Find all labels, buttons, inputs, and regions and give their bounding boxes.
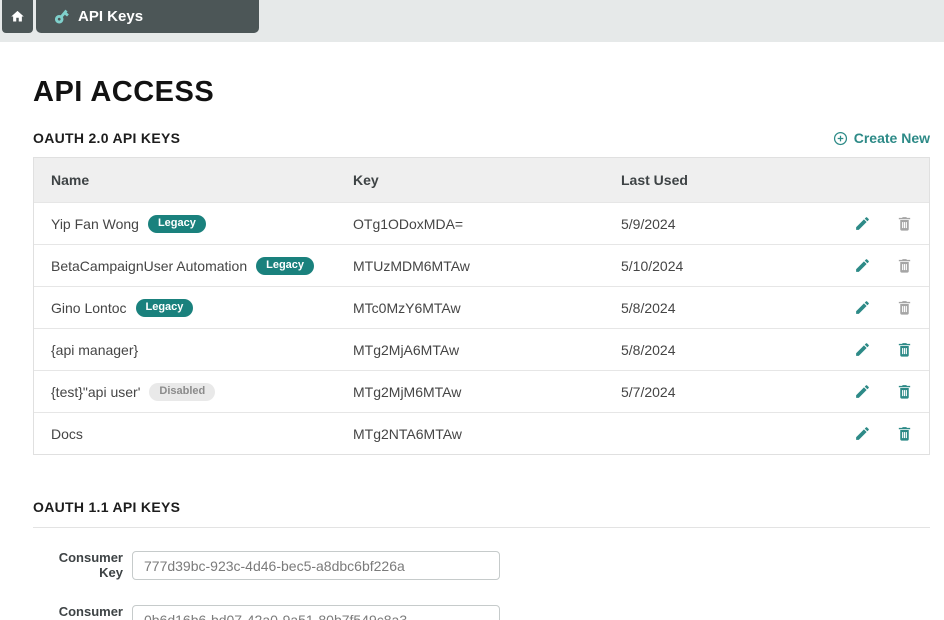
consumer-secret-input[interactable] [132,605,500,620]
oauth2-section-header: OAUTH 2.0 API KEYS Create New [33,130,930,146]
table-header-row: Name Key Last Used [34,158,929,202]
home-icon [10,9,25,24]
legacy-badge: Legacy [147,214,206,233]
plus-circle-icon [833,131,848,146]
oauth2-heading: OAUTH 2.0 API KEYS [33,130,181,146]
row-actions [823,215,919,233]
table-row: {test}"api user' Disabled MTg2MjM6MTAw 5/7/… [34,370,929,412]
oauth11-heading: OAUTH 1.1 API KEYS [33,499,181,515]
row-actions [823,425,919,443]
last-used-date: 5/7/2024 [621,383,676,400]
trash-icon [898,385,910,399]
key-name-cell: Yip Fan Wong Legacy [51,214,353,233]
key-name-cell: {api manager} [51,342,353,358]
column-header-key: Key [353,172,379,188]
row-actions [823,299,919,317]
pencil-icon [855,343,869,356]
tab-api-keys-label: API Keys [78,8,144,25]
edit-pencil-button[interactable] [853,425,871,443]
home-tab[interactable] [2,0,33,33]
pencil-icon [855,385,869,398]
delete-trash-button[interactable] [895,257,913,275]
page-title: API ACCESS [33,76,215,108]
key-value: OTg1ODoxMDA= [353,215,464,232]
disabled-badge: Disabled [149,382,216,401]
pencil-icon [855,217,869,230]
trash-icon [898,217,910,231]
table-row: Docs MTg2NTA6MTAw [34,412,929,454]
tab-api-keys[interactable]: API Keys [36,0,259,33]
consumer-key-label: Consumer Key [58,550,123,580]
key-value: MTg2MjM6MTAw [353,383,462,400]
key-name: Gino Lontoc [51,299,127,316]
pencil-icon [855,301,869,314]
delete-trash-button[interactable] [895,299,913,317]
key-name: {test}"api user' [51,383,141,400]
table-row: Yip Fan Wong Legacy OTg1ODoxMDA= 5/9/2024 [34,202,929,244]
delete-trash-button[interactable] [895,215,913,233]
delete-trash-button[interactable] [895,341,913,359]
delete-trash-button[interactable] [895,425,913,443]
delete-trash-button[interactable] [895,383,913,401]
top-tab-bar: API Keys [0,0,944,42]
edit-pencil-button[interactable] [853,299,871,317]
legacy-badge: Legacy [135,298,194,317]
key-name-cell: {test}"api user' Disabled [51,382,353,401]
trash-icon [898,301,910,315]
create-new-label: Create New [853,130,930,146]
key-name-cell: Gino Lontoc Legacy [51,298,353,317]
main-content: API ACCESS OAUTH 2.0 API KEYS Create New… [0,76,944,620]
table-row: Gino Lontoc Legacy MTc0MzY6MTAw 5/8/2024 [34,286,929,328]
trash-icon [898,343,910,357]
section-divider [33,527,930,528]
row-actions [823,341,919,359]
table-row: BetaCampaignUser Automation Legacy MTUzMDM… [34,244,929,286]
edit-pencil-button[interactable] [853,257,871,275]
row-actions [823,383,919,401]
table-row: {api manager} MTg2MjA6MTAw 5/8/2024 [34,328,929,370]
column-header-name: Name [51,172,90,188]
pencil-icon [855,427,869,440]
create-new-button[interactable]: Create New [833,130,930,146]
key-value: MTg2MjA6MTAw [353,341,460,358]
consumer-key-input[interactable] [132,551,500,581]
key-name: {api manager} [51,341,139,358]
key-name-cell: Docs [51,426,353,442]
last-used-date: 5/8/2024 [621,299,676,316]
key-name-cell: BetaCampaignUser Automation Legacy [51,256,353,275]
pencil-icon [855,259,869,272]
key-name: Yip Fan Wong [51,215,139,232]
api-keys-table: Name Key Last Used Yip Fan Wong Legacy OTg… [33,157,930,455]
legacy-badge: Legacy [256,256,315,275]
key-value: MTUzMDM6MTAw [353,257,470,274]
row-actions [823,257,919,275]
trash-icon [898,259,910,273]
key-icon [53,8,70,25]
trash-icon [898,427,910,441]
edit-pencil-button[interactable] [853,383,871,401]
last-used-date: 5/10/2024 [621,257,684,274]
api-keys-table-body: Yip Fan Wong Legacy OTg1ODoxMDA= 5/9/2024 Be… [34,202,929,454]
edit-pencil-button[interactable] [853,341,871,359]
key-value: MTc0MzY6MTAw [353,299,461,316]
key-value: MTg2NTA6MTAw [353,425,462,442]
last-used-date: 5/8/2024 [621,341,676,358]
key-name: Docs [51,425,83,442]
column-header-last-used: Last Used [621,172,688,188]
edit-pencil-button[interactable] [853,215,871,233]
consumer-secret-row: Consumer Secret [33,603,930,620]
consumer-secret-label: Consumer Secret [58,603,123,620]
last-used-date: 5/9/2024 [621,215,676,232]
key-name: BetaCampaignUser Automation [51,257,248,274]
consumer-key-row: Consumer Key [33,550,930,581]
